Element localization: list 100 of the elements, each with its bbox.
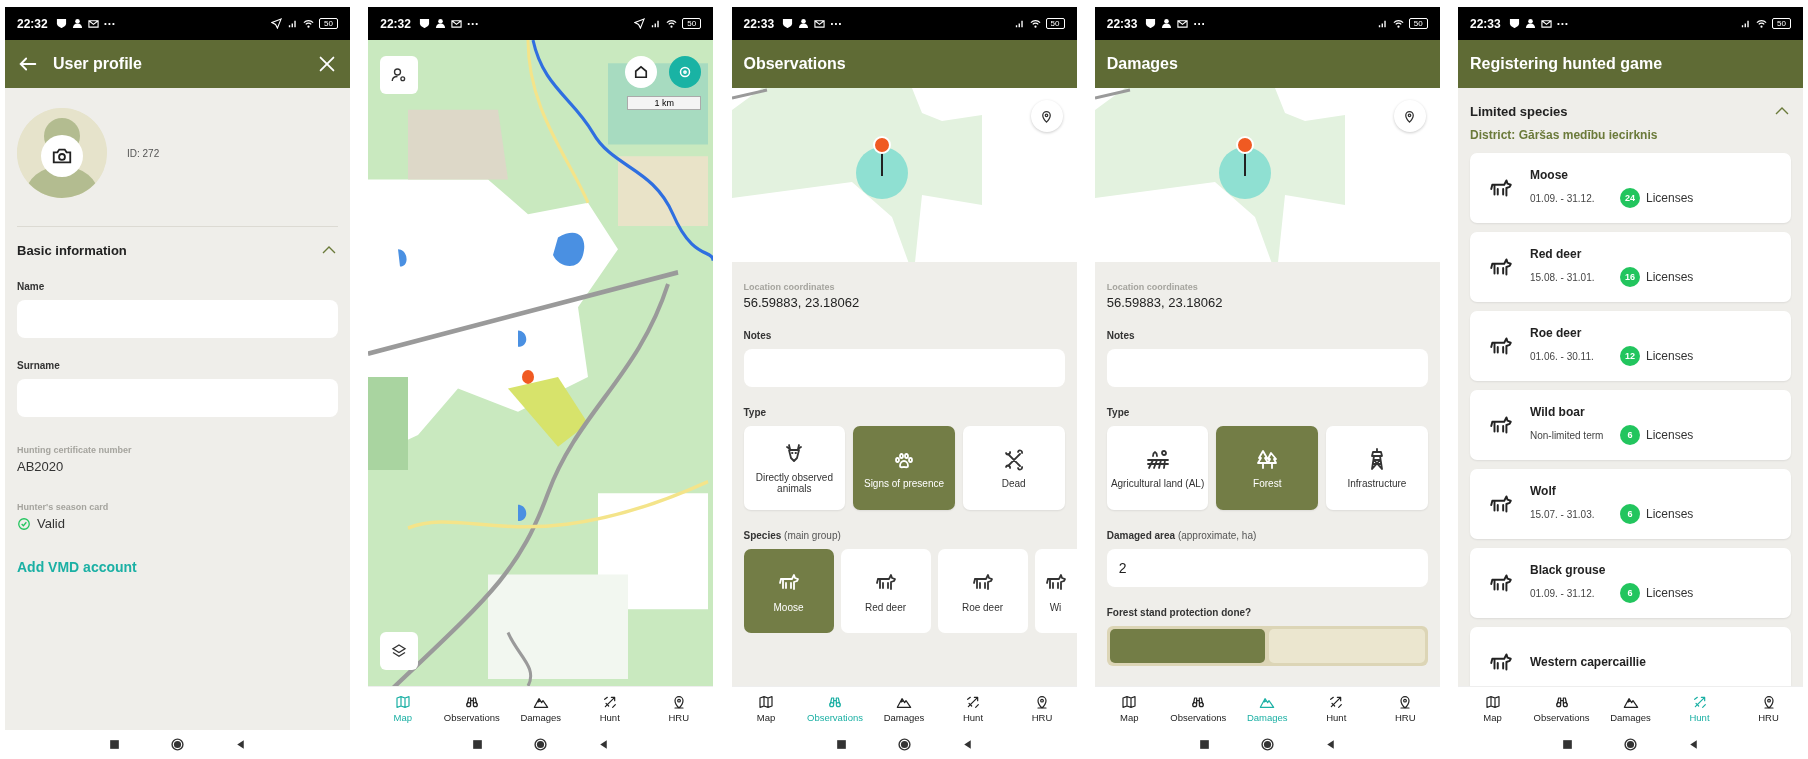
recent-apps-button[interactable]: [471, 738, 485, 751]
recent-apps-button[interactable]: [834, 738, 848, 751]
recent-apps-button[interactable]: [108, 738, 121, 751]
type-option[interactable]: Signs of presence: [853, 426, 955, 510]
game-name: Moose: [1530, 168, 1569, 182]
coordinates-value: 56.59883, 23.18062: [743, 295, 861, 310]
field-label: Type: [1106, 407, 1131, 418]
status-time: 22:32: [380, 16, 411, 31]
type-option[interactable]: Dead: [962, 426, 1065, 510]
location-arrow-icon: [271, 18, 283, 29]
binoculars-icon: [1553, 694, 1570, 710]
license-label: Licenses: [1646, 507, 1694, 521]
nav-tab[interactable]: Hunt: [938, 687, 1008, 730]
back-nav-button[interactable]: [1687, 738, 1700, 751]
license-label: Licenses: [1646, 191, 1694, 205]
nav-tab[interactable]: HRU: [644, 687, 714, 730]
nav-tab[interactable]: HRU: [1370, 687, 1440, 730]
home-nav-button[interactable]: [534, 738, 548, 751]
home-nav-button[interactable]: [171, 738, 184, 751]
home-nav-button[interactable]: [897, 738, 911, 751]
game-card[interactable]: Wild boar Non-limited term 6 Licenses: [1470, 390, 1791, 460]
person-icon: [434, 18, 446, 29]
type-option[interactable]: Directly observed animals: [743, 426, 846, 510]
type-option[interactable]: Forest: [1216, 426, 1319, 510]
mail-icon: [450, 18, 462, 29]
location-pin-icon: [1034, 694, 1050, 710]
game-card[interactable]: Black grouse 01.09. - 31.12. 6 Licenses: [1470, 548, 1791, 618]
wifi-icon: [1756, 18, 1768, 29]
area-field[interactable]: 2: [1106, 549, 1428, 587]
nav-tab[interactable]: Damages: [869, 687, 939, 730]
battery-level: 50: [319, 18, 338, 29]
more-notifications: ···: [1193, 16, 1206, 31]
nav-tab[interactable]: Hunt: [1301, 687, 1371, 730]
section-title: Basic information: [17, 242, 127, 258]
species-option[interactable]: Moose: [743, 549, 834, 633]
nav-tab[interactable]: Observations: [1527, 687, 1596, 730]
signal-icon: [1376, 18, 1388, 29]
arrow-icon: [601, 694, 618, 710]
back-nav-button[interactable]: [234, 738, 247, 751]
signal-icon: [287, 18, 299, 29]
game-name: Wolf: [1530, 484, 1557, 498]
species-option[interactable]: Roe deer: [937, 549, 1028, 633]
toggle-option[interactable]: [1109, 629, 1266, 663]
check-circle-icon: [17, 516, 31, 531]
field-label: Damaged area (approximate, ha): [1106, 530, 1258, 541]
toggle-option[interactable]: [1269, 629, 1425, 663]
nav-tab[interactable]: Map: [1094, 687, 1164, 730]
screen-title: User profile: [53, 55, 142, 73]
binoculars-icon: [1190, 694, 1207, 710]
recent-apps-button[interactable]: [1561, 738, 1574, 751]
recent-apps-button[interactable]: [1197, 738, 1211, 751]
species-option[interactable]: Wi: [1034, 549, 1077, 633]
game-name: Wild boar: [1530, 405, 1586, 419]
arrow-icon: [965, 694, 981, 710]
license-count-badge: 6: [1620, 583, 1640, 603]
battery-level: 50: [1045, 18, 1065, 29]
species-option[interactable]: Red deer: [840, 549, 931, 633]
status-time: 22:32: [17, 16, 48, 31]
field-label: Species (main group): [743, 530, 842, 541]
coordinates-value: 56.59883, 23.18062: [1106, 295, 1224, 310]
home-nav-button[interactable]: [1260, 738, 1274, 751]
nav-tab[interactable]: Observations: [437, 687, 507, 730]
game-card[interactable]: Roe deer 01.06. - 30.11. 12 Licenses: [1470, 311, 1791, 381]
type-option[interactable]: Agricultural land (AL): [1106, 426, 1209, 510]
field-label: Notes: [1106, 330, 1136, 341]
shield-icon: [55, 18, 67, 29]
binoculars-icon: [463, 694, 480, 710]
home-nav-button[interactable]: [1624, 738, 1637, 751]
screen-title: Registering hunted game: [1470, 55, 1663, 73]
detail-label: Hunting certificate number: [17, 445, 133, 455]
nav-tab[interactable]: Map: [1458, 687, 1527, 730]
location-arrow-icon: [634, 18, 646, 29]
nav-tab[interactable]: HRU: [1734, 687, 1803, 730]
license-label: Licenses: [1646, 270, 1694, 284]
field-label: Notes: [743, 330, 773, 341]
type-option[interactable]: Infrastructure: [1326, 426, 1428, 510]
field-icon: [1145, 447, 1170, 472]
game-card[interactable]: Red deer 15.08. - 31.01. 16 Licenses: [1470, 232, 1791, 302]
license-count-badge: 24: [1620, 188, 1640, 208]
game-term: 01.09. - 31.12.: [1530, 587, 1596, 599]
wifi-icon: [1029, 18, 1041, 29]
field-label: Forest stand protection done?: [1106, 607, 1253, 618]
map-scale: 1 km: [627, 96, 702, 110]
nav-tab[interactable]: Damages: [506, 687, 576, 730]
nav-tab[interactable]: Hunt: [575, 687, 645, 730]
more-notifications: ···: [830, 16, 843, 31]
game-card[interactable]: Western capercaillie: [1470, 627, 1791, 686]
nav-tab[interactable]: Map: [731, 687, 801, 730]
user-settings-button[interactable]: [380, 56, 419, 94]
detail-value: Valid: [37, 516, 65, 531]
layers-button[interactable]: [380, 632, 419, 670]
nav-tab[interactable]: Damages: [1596, 687, 1665, 730]
nav-tab[interactable]: Observations: [1163, 687, 1233, 730]
nav-tab[interactable]: HRU: [1007, 687, 1077, 730]
detail-value: AB2020: [17, 459, 65, 474]
arrow-icon: [1691, 694, 1708, 710]
section-title: Limited species: [1470, 103, 1568, 119]
person-icon: [1161, 18, 1173, 29]
game-card[interactable]: Moose 01.09. - 31.12. 24 Licenses: [1470, 153, 1791, 223]
game-card[interactable]: Wolf 15.07. - 31.03. 6 Licenses: [1470, 469, 1791, 539]
